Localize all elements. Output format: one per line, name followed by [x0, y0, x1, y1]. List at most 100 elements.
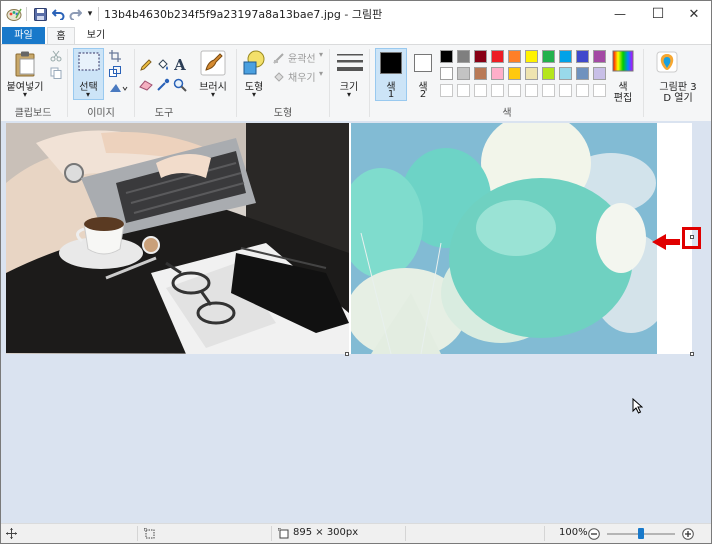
fill-button: 채우기: [288, 73, 316, 84]
palette-swatch[interactable]: [474, 67, 487, 80]
image-group-label: 이미지: [87, 108, 115, 119]
custom-color-slot[interactable]: [474, 84, 487, 97]
shapes-dropdown-arrow[interactable]: ▾: [249, 90, 259, 99]
text-tool-icon[interactable]: A: [172, 56, 188, 74]
palette-swatch[interactable]: [593, 50, 606, 63]
fill-bucket-icon[interactable]: [155, 57, 171, 73]
custom-color-slot[interactable]: [508, 84, 521, 97]
paint-app-icon[interactable]: [5, 5, 23, 23]
group-separator: [134, 49, 135, 117]
custom-color-slot[interactable]: [525, 84, 538, 97]
mouse-cursor-icon: [632, 398, 643, 414]
shapes-icon[interactable]: [241, 49, 267, 77]
eraser-icon[interactable]: [138, 77, 154, 93]
tab-view[interactable]: 보기: [81, 27, 111, 45]
tab-home[interactable]: 홈: [47, 27, 75, 45]
palette-swatch[interactable]: [508, 50, 521, 63]
custom-color-slot[interactable]: [457, 84, 470, 97]
group-separator: [369, 49, 370, 117]
crop-icon[interactable]: [108, 49, 122, 63]
image-dimensions: 895 × 300px: [293, 527, 359, 538]
brushes-dropdown-arrow[interactable]: ▾: [208, 90, 218, 99]
red-arrow-icon: [652, 234, 680, 250]
window-title: 13b4b4630b234f5f9a23197a8a13bae7.jpg - 그…: [104, 8, 383, 21]
image-canvas[interactable]: [6, 123, 692, 354]
palette-swatch[interactable]: [457, 50, 470, 63]
qa-separator: [26, 7, 27, 21]
close-button[interactable]: ✕: [675, 1, 711, 27]
paint-window: ▾ 13b4b4630b234f5f9a23197a8a13bae7.jpg -…: [0, 0, 712, 544]
customize-qa-dropdown[interactable]: ▾: [84, 5, 96, 23]
palette-swatch[interactable]: [474, 50, 487, 63]
tab-file[interactable]: 파일: [2, 27, 45, 45]
palette-swatch[interactable]: [576, 67, 589, 80]
fill-icon: [272, 70, 286, 84]
custom-color-slot[interactable]: [542, 84, 555, 97]
copy-icon: [49, 66, 63, 80]
brush-icon[interactable]: [199, 49, 227, 77]
fill-dropdown-arrow: ▾: [319, 69, 324, 78]
resize-handle-corner[interactable]: [690, 352, 694, 356]
palette-swatch[interactable]: [559, 50, 572, 63]
redo-icon[interactable]: [67, 5, 83, 23]
paste-icon[interactable]: [13, 49, 39, 77]
palette-swatch[interactable]: [491, 50, 504, 63]
palette-swatch[interactable]: [491, 67, 504, 80]
select-icon: [77, 51, 101, 71]
color1-swatch: [380, 52, 402, 74]
status-separator: [271, 526, 272, 541]
status-bar: 895 × 300px 100%: [1, 523, 711, 543]
palette-swatch[interactable]: [576, 50, 589, 63]
select-dropdown-arrow[interactable]: ▾: [83, 90, 93, 99]
paste-dropdown-arrow[interactable]: ▾: [20, 90, 30, 99]
custom-color-slot[interactable]: [559, 84, 572, 97]
rotate-icon[interactable]: [107, 81, 129, 95]
custom-color-slot[interactable]: [593, 84, 606, 97]
minimize-button[interactable]: —: [601, 1, 639, 27]
undo-icon[interactable]: [50, 5, 66, 23]
color2-number: 2: [419, 89, 427, 100]
palette-swatch[interactable]: [559, 67, 572, 80]
save-icon[interactable]: [31, 5, 49, 23]
maximize-button[interactable]: ☐: [639, 1, 677, 27]
palette-swatch[interactable]: [457, 67, 470, 80]
palette-swatch[interactable]: [440, 50, 453, 63]
palette-swatch[interactable]: [508, 67, 521, 80]
resize-handle-bottom[interactable]: [345, 352, 349, 356]
palette-swatch[interactable]: [542, 67, 555, 80]
palette-swatch[interactable]: [440, 67, 453, 80]
custom-color-slot[interactable]: [491, 84, 504, 97]
size-dropdown-arrow[interactable]: ▾: [344, 90, 354, 99]
palette-swatch[interactable]: [525, 50, 538, 63]
magnifier-icon[interactable]: [172, 77, 188, 93]
resize-icon[interactable]: [108, 65, 122, 79]
open-paint3d-label-2[interactable]: D 열기: [645, 89, 711, 104]
status-separator: [137, 526, 138, 541]
edit-colors-label-2[interactable]: 편집: [607, 89, 639, 104]
paint3d-icon[interactable]: [655, 50, 679, 74]
outline-button: 윤곽선: [288, 54, 316, 65]
zoom-out-button[interactable]: [587, 527, 601, 541]
colors-group-label: 색: [502, 108, 512, 119]
shapes-group-label: 도형: [273, 108, 293, 119]
balloons-photo: [351, 123, 657, 354]
tools-group-label: 도구: [154, 108, 174, 119]
zoom-slider-thumb[interactable]: [638, 528, 644, 539]
custom-color-slot[interactable]: [576, 84, 589, 97]
palette-swatch[interactable]: [525, 67, 538, 80]
size-icon[interactable]: [335, 50, 365, 76]
group-separator: [329, 49, 330, 117]
selection-size-icon: [143, 527, 155, 539]
pencil-icon[interactable]: [138, 57, 154, 73]
color1-number: 1: [387, 89, 395, 100]
color-picker-icon[interactable]: [155, 77, 171, 93]
palette-swatch[interactable]: [542, 50, 555, 63]
custom-color-slot[interactable]: [440, 84, 453, 97]
zoom-in-button[interactable]: [681, 527, 695, 541]
outline-dropdown-arrow: ▾: [319, 50, 324, 59]
edit-colors-icon[interactable]: [611, 49, 635, 73]
clipboard-group-label: 클립보드: [14, 108, 52, 119]
canvas-workspace[interactable]: [1, 121, 711, 523]
color2-swatch[interactable]: [414, 54, 432, 72]
palette-swatch[interactable]: [593, 67, 606, 80]
